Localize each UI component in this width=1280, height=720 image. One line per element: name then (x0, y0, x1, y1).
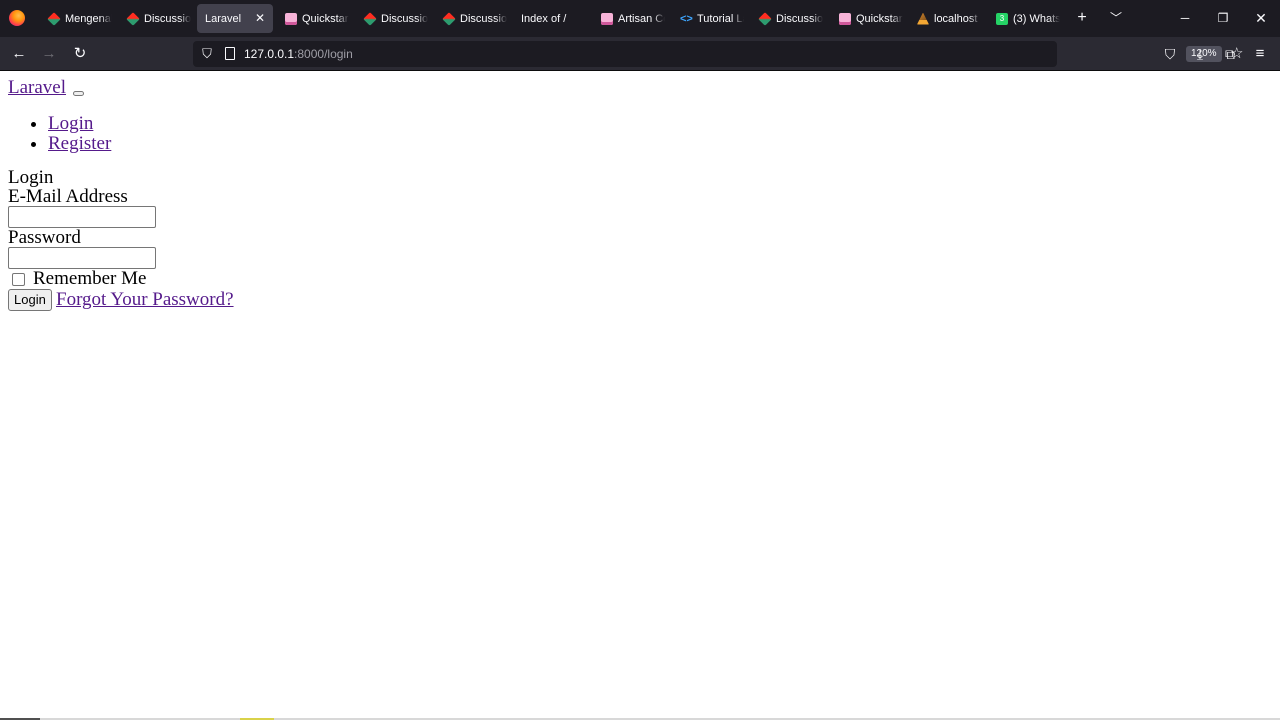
ghost-icon (601, 12, 613, 25)
forgot-password-link[interactable]: Forgot Your Password? (56, 289, 234, 311)
auth-nav-list: Login Register (0, 113, 111, 154)
tab-tutorial[interactable]: <> Tutorial La (672, 4, 744, 33)
close-icon[interactable]: ✕ (255, 11, 265, 25)
tab-title: Mengenal (65, 12, 112, 25)
tab-localhost[interactable]: localhost (909, 4, 981, 33)
login-link[interactable]: Login (48, 113, 93, 134)
shield-icon[interactable]: ⛉ (200, 46, 214, 62)
register-link[interactable]: Register (48, 133, 111, 154)
chevron-down-icon[interactable]: ﹀ (1106, 8, 1126, 28)
minimize-icon[interactable]: ─ (1175, 8, 1195, 28)
password-field[interactable] (8, 247, 156, 269)
login-button[interactable]: Login (8, 289, 52, 311)
tab-title: Artisan Co (618, 12, 665, 25)
navbar-toggler-button[interactable] (72, 91, 84, 96)
tab-title: (3) Whats (1013, 12, 1060, 25)
tab-artisan[interactable]: Artisan Co (593, 4, 665, 33)
tab-discussion[interactable]: Discussion (751, 4, 823, 33)
tab-title: Tutorial La (697, 12, 744, 25)
restore-icon[interactable]: ❐ (1213, 8, 1233, 28)
close-window-icon[interactable]: ✕ (1251, 8, 1271, 28)
download-icon[interactable]: ⤓ (1189, 43, 1211, 65)
remember-me-label[interactable]: Remember Me (33, 268, 146, 290)
extensions-icon[interactable]: ⧉ (1219, 43, 1241, 65)
tab-title: Quickstart (856, 12, 903, 25)
tab-title: Discussion (144, 12, 191, 25)
email-field[interactable] (8, 206, 156, 228)
page-content: Laravel Login Register Login E-Mail Addr… (0, 71, 1280, 720)
tab-mengenal[interactable]: Mengenal (40, 4, 112, 33)
url-path: :8000/login (294, 47, 353, 61)
tab-title: Discussion (460, 12, 507, 25)
laravel-icon (442, 11, 456, 26)
page-icon[interactable] (225, 47, 235, 60)
tab-quickstart[interactable]: Quickstart (831, 4, 903, 33)
remember-me-row: Remember Me (11, 268, 146, 290)
tab-title: Index of / (521, 12, 567, 25)
tab-title: Discussion (381, 12, 428, 25)
tab-index-of[interactable]: Index of / (513, 4, 593, 33)
password-label: Password (8, 227, 81, 248)
back-arrow-icon[interactable]: ← (8, 43, 30, 65)
nav-item-login: Login (48, 113, 111, 134)
firefox-icon[interactable] (9, 10, 25, 26)
laravel-icon (126, 11, 140, 26)
tab-bar: Mengenal Discussion Laravel ✕ Quickstart… (0, 0, 1280, 37)
tab-quickstart[interactable]: Quickstart (277, 4, 349, 33)
tab-discussion[interactable]: Discussion (356, 4, 428, 33)
tab-title: Discussion (776, 12, 823, 25)
url-host: 127.0.0.1 (244, 47, 295, 61)
tab-discussion[interactable]: Discussion (435, 4, 507, 33)
laravel-icon (47, 11, 61, 26)
nav-item-register: Register (48, 133, 111, 154)
pocket-icon[interactable]: ⛉ (1159, 43, 1181, 65)
tab-title: localhost (934, 12, 978, 25)
navigation-toolbar: ← → ↻ ⛉ 127.0.0.1:8000/login 120% ☆ ⛉ ⤓ … (0, 37, 1280, 71)
laravel-icon (363, 11, 377, 26)
hamburger-menu-icon[interactable]: ≡ (1249, 43, 1271, 65)
ghost-icon (839, 12, 851, 25)
forward-arrow-icon[interactable]: → (38, 43, 60, 65)
brand-link[interactable]: Laravel (8, 77, 66, 98)
tab-discussion[interactable]: Discussion (119, 4, 191, 33)
address-bar[interactable]: ⛉ 127.0.0.1:8000/login 120% ☆ (193, 41, 1243, 67)
reload-icon[interactable]: ↻ (69, 43, 91, 65)
tab-whatsapp[interactable]: 3 (3) Whats (988, 4, 1060, 33)
navbar-brand-row: Laravel (8, 77, 84, 99)
localhost-icon (917, 12, 929, 25)
code-brackets-icon: <> (680, 12, 693, 25)
remember-me-checkbox[interactable] (12, 272, 25, 286)
laravel-icon (758, 11, 772, 26)
ghost-icon (285, 12, 297, 25)
tab-title: Quickstart (302, 12, 349, 25)
new-tab-plus-icon[interactable]: + (1072, 8, 1092, 28)
email-label: E-Mail Address (8, 186, 128, 207)
whatsapp-icon: 3 (996, 12, 1008, 25)
url-text[interactable]: 127.0.0.1:8000/login (244, 47, 353, 61)
tab-laravel-active[interactable]: Laravel ✕ (197, 4, 273, 33)
